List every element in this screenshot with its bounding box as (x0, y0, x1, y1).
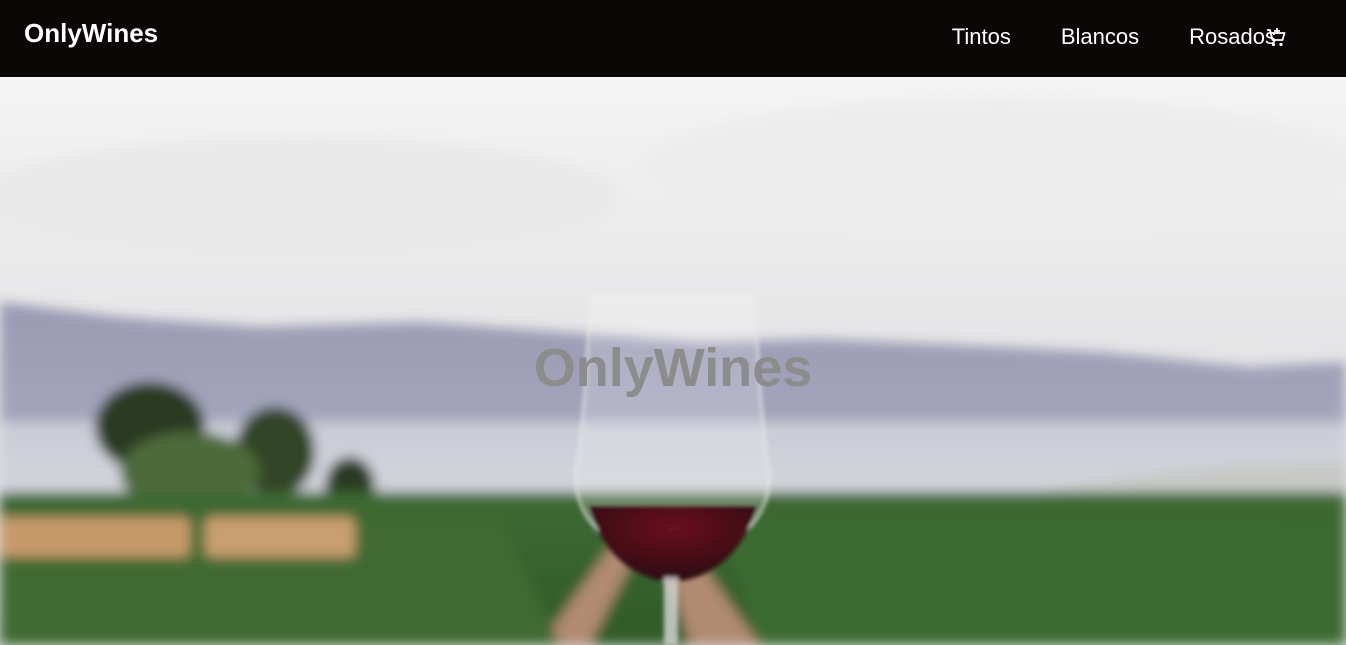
nav-link-blancos[interactable]: Blancos (1061, 24, 1139, 50)
nav-link-rosados[interactable]: Rosados (1189, 24, 1276, 50)
brand-logo[interactable]: OnlyWines (24, 18, 158, 49)
hero-banner: OnlyWines (0, 77, 1346, 645)
nav-links: Tintos Blancos Rosados (952, 24, 1276, 50)
add-shopping-cart-icon[interactable] (1264, 26, 1288, 50)
top-navbar: OnlyWines Tintos Blancos Rosados (0, 0, 1346, 77)
nav-link-tintos[interactable]: Tintos (952, 24, 1011, 50)
hero-title: OnlyWines (533, 338, 813, 398)
